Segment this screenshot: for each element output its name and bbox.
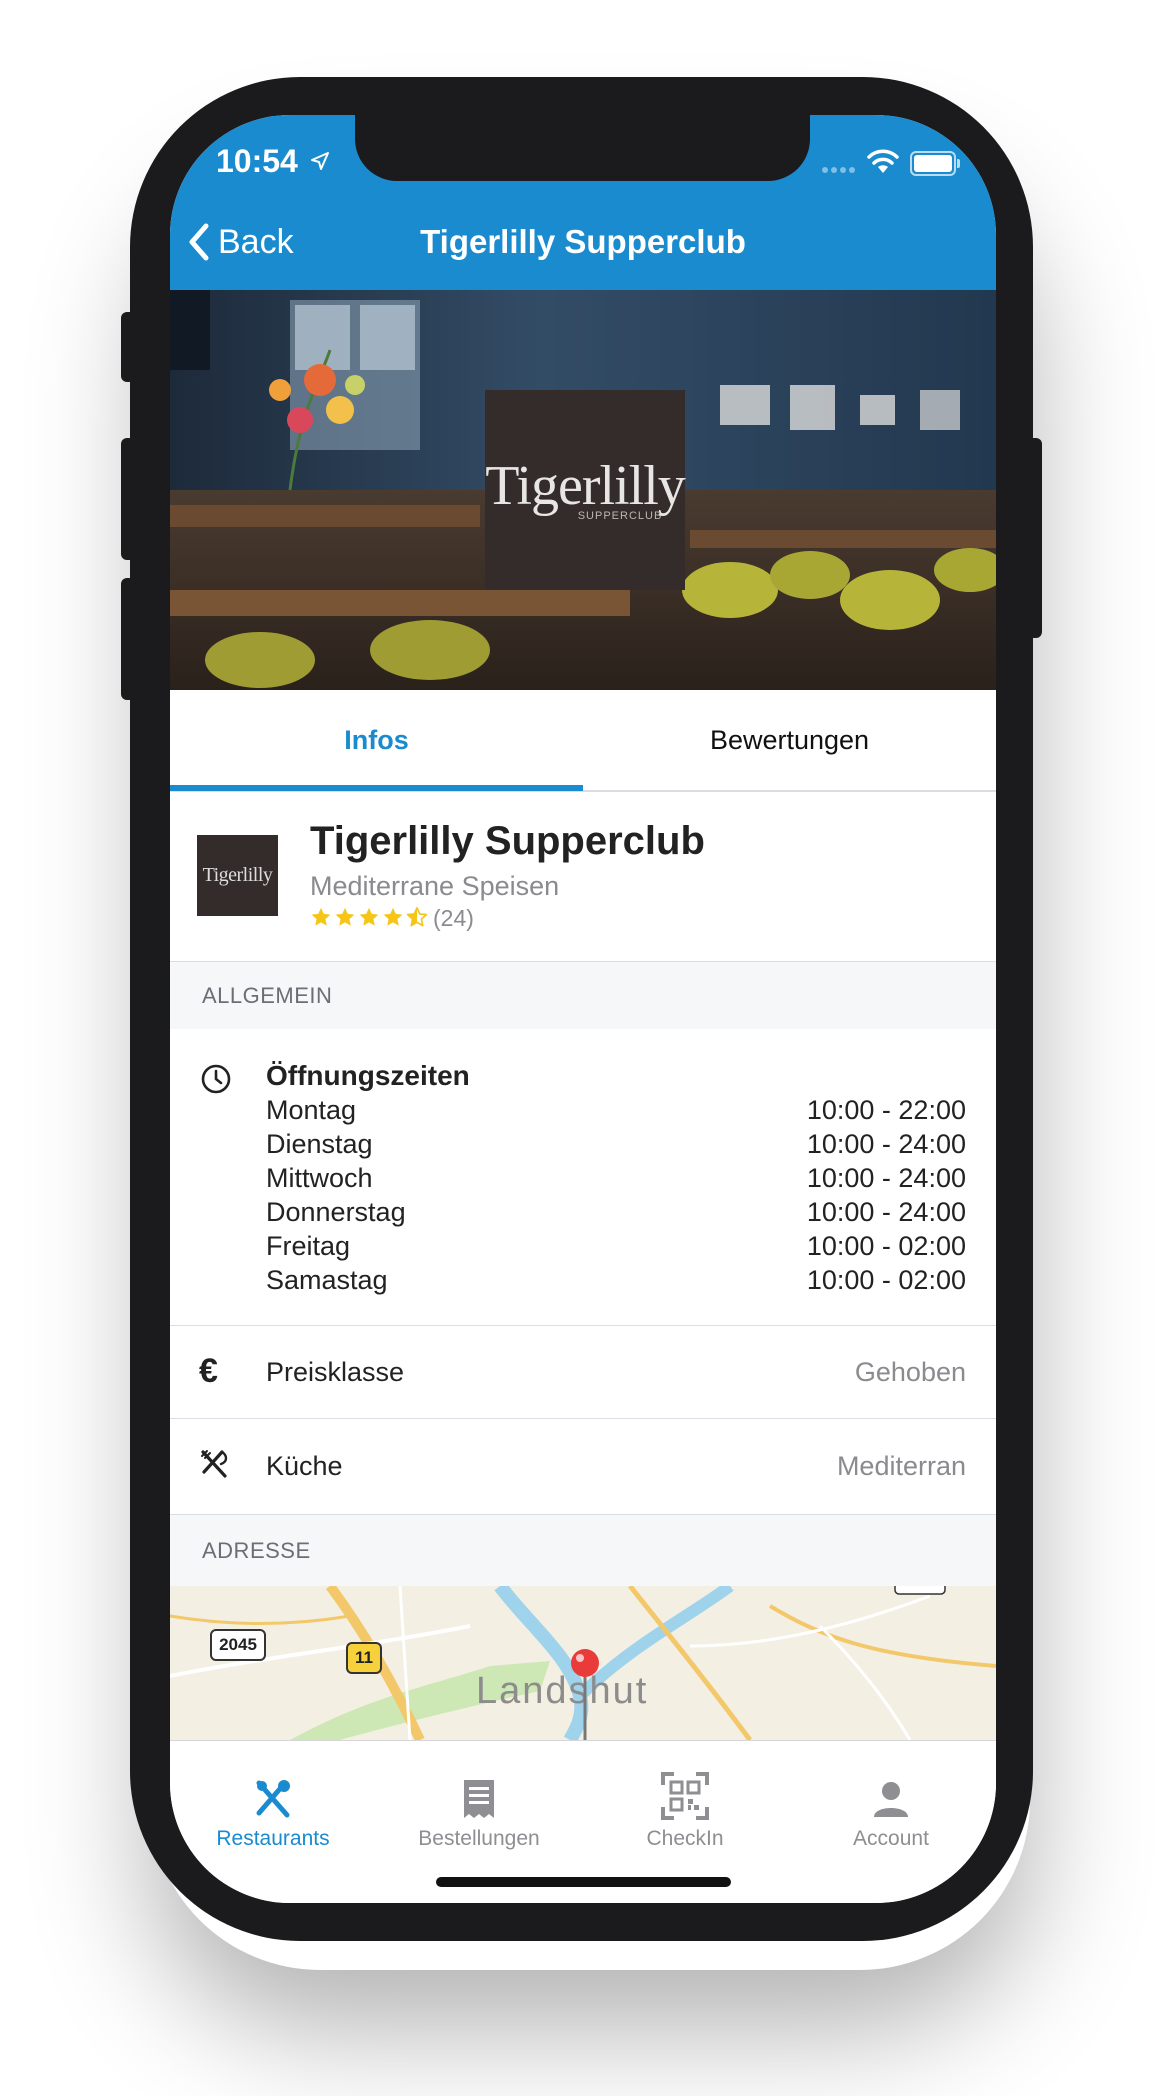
hours-day: Samastag	[266, 1265, 388, 1295]
hero-image: Tigerlilly SUPPERCLUB	[170, 290, 996, 690]
price-class-value: Gehoben	[854, 1357, 966, 1387]
price-class-label: Preisklasse	[266, 1357, 405, 1387]
hours-row: Donnerstag 10:00 - 24:00	[266, 1197, 966, 1231]
battery-icon	[910, 151, 960, 176]
opening-hours-title: Öffnungszeiten	[266, 1060, 470, 1091]
star-full-icon	[383, 907, 403, 926]
tab-label: CheckIn	[646, 1827, 724, 1850]
star-full-icon	[311, 907, 331, 926]
hours-day: Freitag	[266, 1231, 351, 1261]
hero-logo-subtext: SUPPERCLUB	[577, 510, 663, 522]
notch	[355, 115, 810, 181]
tab-label: Restaurants	[216, 1827, 330, 1850]
status-time: 10:54	[216, 143, 298, 179]
tab-checkin[interactable]: CheckIn	[582, 1741, 788, 1851]
fork-knife-icon	[201, 1450, 228, 1478]
road-badge: 2045	[210, 1629, 266, 1661]
hours-day: Montag	[266, 1095, 357, 1125]
star-half-icon	[406, 907, 428, 927]
tab-bestellungen[interactable]: Bestellungen	[376, 1741, 582, 1851]
map-city-label: Landshut	[476, 1670, 649, 1712]
hours-row: Montag 10:00 - 22:00	[266, 1095, 966, 1129]
euro-icon: €	[199, 1352, 218, 1390]
home-indicator	[436, 1877, 731, 1887]
hours-row: Mittwoch 10:00 - 24:00	[266, 1163, 966, 1197]
hero-logo: Tigerlilly SUPPERCLUB	[485, 390, 686, 590]
restaurant-category: Mediterrane Speisen	[310, 871, 560, 901]
hours-row: Dienstag 10:00 - 24:00	[266, 1129, 966, 1163]
section-label-general: ALLGEMEIN	[202, 983, 333, 1008]
hours-day: Mittwoch	[266, 1163, 373, 1193]
tab-restaurants[interactable]: Restaurants	[170, 1741, 376, 1851]
tab-infos[interactable]: Infos	[170, 690, 583, 790]
cuisine-value: Mediterran	[836, 1451, 966, 1481]
hours-time: 10:00 - 24:00	[806, 1129, 966, 1159]
star-full-icon	[335, 907, 355, 926]
hours-time: 10:00 - 24:00	[806, 1163, 966, 1193]
app-screen: 10:54 Back Tigerlilly Supperclub Tigerli…	[170, 115, 996, 1903]
tab-bewertungen[interactable]: Bewertungen	[583, 690, 996, 790]
hours-time: 10:00 - 22:00	[806, 1095, 966, 1125]
address-map[interactable]: 2045 11 Landshut	[170, 1586, 996, 1740]
wifi-icon	[867, 149, 899, 173]
restaurant-logo-text: Tigerlilly	[202, 864, 273, 886]
review-count: (24)	[433, 905, 474, 931]
tab-active-indicator	[170, 785, 583, 791]
restaurant-name: Tigerlilly Supperclub	[310, 819, 705, 863]
tab-label: Account	[853, 1827, 929, 1850]
hours-day: Dienstag	[266, 1129, 373, 1159]
qr-code-icon	[661, 1772, 709, 1820]
hours-row: Samastag 10:00 - 02:00	[266, 1265, 966, 1299]
clock-icon	[201, 1064, 231, 1094]
star-full-icon	[359, 907, 379, 926]
segmented-tabs: Infos Bewertungen	[170, 690, 996, 792]
location-arrow-icon	[311, 152, 329, 170]
hours-day: Donnerstag	[266, 1197, 406, 1227]
tab-label: Bestellungen	[418, 1827, 540, 1850]
section-label-address: ADRESSE	[202, 1538, 311, 1563]
hours-time: 10:00 - 02:00	[806, 1265, 966, 1295]
hero-logo-text: Tigerlilly	[485, 455, 686, 517]
highway-badge: 11	[346, 1642, 382, 1674]
person-icon	[874, 1782, 908, 1817]
hours-time: 10:00 - 02:00	[806, 1231, 966, 1261]
hours-time: 10:00 - 24:00	[806, 1197, 966, 1227]
receipt-icon	[464, 1780, 494, 1818]
page-title: Tigerlilly Supperclub	[420, 223, 746, 260]
rating-stars	[310, 906, 428, 928]
hours-row: Freitag 10:00 - 02:00	[266, 1231, 966, 1265]
map-pin-icon	[571, 1649, 599, 1740]
cutlery-icon	[256, 1780, 290, 1818]
restaurant-logo: Tigerlilly	[197, 835, 278, 916]
tab-account[interactable]: Account	[788, 1741, 994, 1851]
cuisine-label: Küche	[266, 1451, 343, 1481]
cellular-signal-icon	[822, 167, 855, 173]
